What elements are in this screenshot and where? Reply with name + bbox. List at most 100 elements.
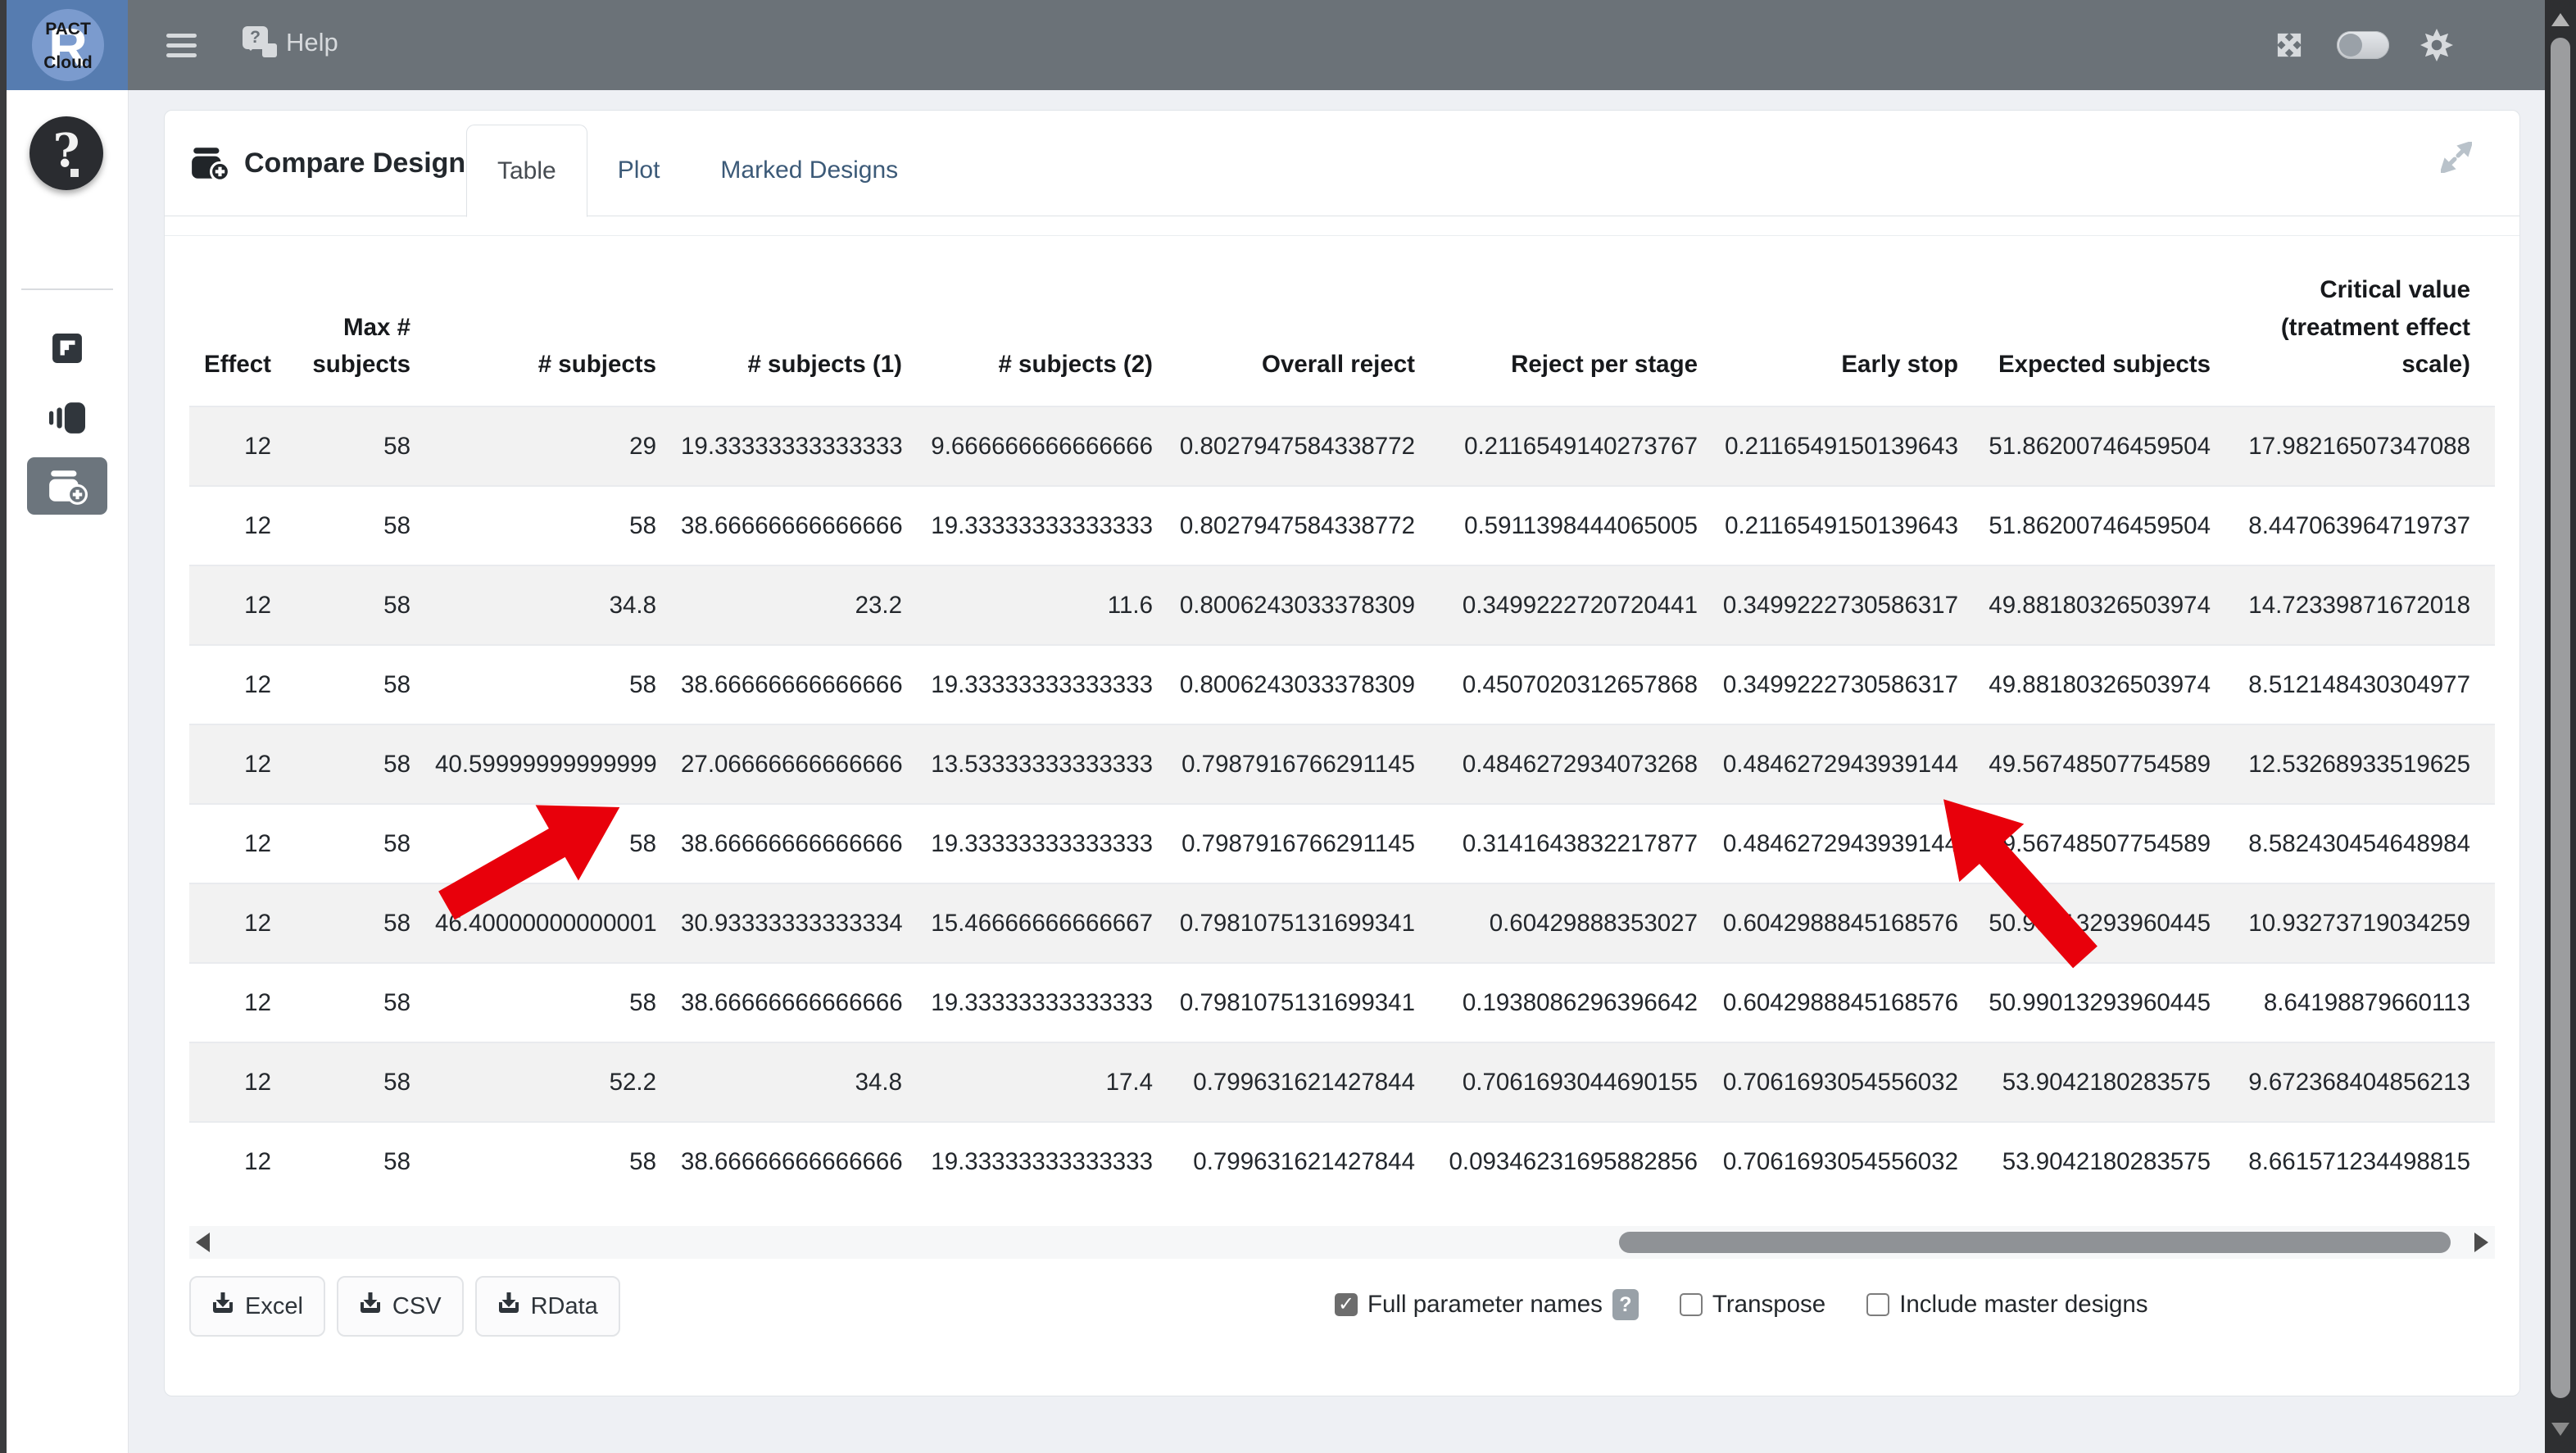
tab-table[interactable]: Table — [466, 125, 587, 217]
table-cell[interactable]: 23.2 — [681, 565, 927, 645]
table-cell[interactable]: 15.46666666666667 — [927, 883, 1177, 963]
column-header[interactable]: Early stop — [1722, 236, 1983, 406]
table-cell[interactable]: 51.86200746459504 — [1983, 406, 2235, 486]
column-header[interactable]: Effect — [189, 236, 296, 406]
table-cell[interactable]: 51.86200746459504 — [1983, 486, 2235, 565]
table-cell[interactable]: 10.93273719034259 — [2235, 883, 2495, 963]
table-cell[interactable]: 19.33333333333333 — [927, 963, 1177, 1042]
column-header[interactable]: Max # subjects — [296, 236, 435, 406]
checkbox-full-parameter-names[interactable]: ✓Full parameter names? — [1335, 1289, 1639, 1320]
table-cell[interactable]: 12 — [189, 1042, 296, 1122]
table-cell[interactable]: 0.4846272934073268 — [1440, 724, 1722, 804]
table-cell[interactable]: 0.4846272943939144 — [1722, 804, 1983, 883]
table-cell[interactable]: 0.2116549150139643 — [1722, 486, 1983, 565]
checkbox-transpose[interactable]: Transpose — [1680, 1291, 1825, 1319]
table-cell[interactable]: 58 — [296, 724, 435, 804]
table-cell[interactable]: 12 — [189, 406, 296, 486]
table-cell[interactable]: 0.4507020312657868 — [1440, 645, 1722, 724]
table-cell[interactable]: 0.8006243033378309 — [1177, 565, 1440, 645]
tab-plot[interactable]: Plot — [587, 125, 691, 216]
column-header[interactable]: # subjects (1) — [681, 236, 927, 406]
table-cell[interactable]: 9.672368404856213 — [2235, 1042, 2495, 1122]
table-cell[interactable]: 9.666666666666666 — [927, 406, 1177, 486]
column-header[interactable]: Reject per stage — [1440, 236, 1722, 406]
table-cell[interactable]: 8.582430454648984 — [2235, 804, 2495, 883]
table-cell[interactable]: 0.3499222720720441 — [1440, 565, 1722, 645]
table-cell[interactable]: 0.3141643832217877 — [1440, 804, 1722, 883]
table-cell[interactable]: 40.59999999999999 — [435, 724, 681, 804]
table-cell[interactable]: 12 — [189, 724, 296, 804]
table-cell[interactable]: 0.799631621427844 — [1177, 1042, 1440, 1122]
table-cell[interactable]: 49.88180326503974 — [1983, 565, 2235, 645]
table-row[interactable]: 12585838.6666666666666619.33333333333333… — [189, 486, 2495, 565]
table-cell[interactable]: 34.8 — [681, 1042, 927, 1122]
theme-toggle-switch[interactable] — [2337, 31, 2389, 59]
table-cell[interactable]: 0.2116549140273767 — [1440, 406, 1722, 486]
column-header[interactable]: Critical value (treatment effect scale) — [2235, 236, 2495, 406]
apps-grid-icon[interactable] — [2484, 27, 2520, 63]
table-cell[interactable]: 0.1938086296396642 — [1440, 963, 1722, 1042]
table-cell[interactable]: 17.98216507347088 — [2235, 406, 2495, 486]
table-cell[interactable]: 0.8006243033378309 — [1177, 645, 1440, 724]
column-header[interactable]: # subjects — [435, 236, 681, 406]
table-cell[interactable]: 0.3499222730586317 — [1722, 565, 1983, 645]
table-cell[interactable]: 0.5911398444065005 — [1440, 486, 1722, 565]
checkbox-checked-icon[interactable]: ✓ — [1335, 1293, 1358, 1316]
sidebar-item-library[interactable] — [7, 402, 128, 434]
expand-panel-icon[interactable] — [2441, 142, 2472, 177]
table-cell[interactable]: 38.66666666666666 — [681, 1122, 927, 1201]
table-cell[interactable]: 0.7061693054556032 — [1722, 1042, 1983, 1122]
download-csv-button[interactable]: CSV — [337, 1276, 464, 1337]
table-cell[interactable]: 49.88180326503974 — [1983, 645, 2235, 724]
sidebar-item-designs[interactable] — [7, 333, 128, 364]
table-cell[interactable]: 38.66666666666666 — [681, 804, 927, 883]
download-rdata-button[interactable]: RData — [475, 1276, 620, 1337]
scroll-down-arrow[interactable] — [2551, 1423, 2569, 1436]
scroll-left-arrow[interactable] — [196, 1233, 210, 1252]
table-cell[interactable]: 53.9042180283575 — [1983, 1122, 2235, 1201]
table-cell[interactable]: 46.40000000000001 — [435, 883, 681, 963]
column-header[interactable]: Overall reject — [1177, 236, 1440, 406]
arrows-move-icon[interactable] — [2271, 27, 2307, 63]
table-cell[interactable]: 34.8 — [435, 565, 681, 645]
table-cell[interactable]: 0.8027947584338772 — [1177, 486, 1440, 565]
table-horizontal-scrollbar[interactable] — [189, 1226, 2495, 1259]
column-header[interactable]: # subjects (2) — [927, 236, 1177, 406]
table-cell[interactable]: 58 — [435, 1122, 681, 1201]
table-cell[interactable]: 0.7061693054556032 — [1722, 1122, 1983, 1201]
table-cell[interactable]: 19.33333333333333 — [927, 804, 1177, 883]
table-cell[interactable]: 30.93333333333334 — [681, 883, 927, 963]
table-cell[interactable]: 0.7987916766291145 — [1177, 804, 1440, 883]
tab-marked-designs[interactable]: Marked Designs — [690, 125, 928, 216]
checkbox-unchecked-icon[interactable] — [1866, 1293, 1889, 1316]
checkbox-unchecked-icon[interactable] — [1680, 1293, 1703, 1316]
table-cell[interactable]: 14.72339871672018 — [2235, 565, 2495, 645]
table-cell[interactable]: 58 — [435, 963, 681, 1042]
vertical-scroll-thumb[interactable] — [2551, 38, 2570, 1398]
table-cell[interactable]: 19.33333333333333 — [681, 406, 927, 486]
table-cell[interactable]: 12 — [189, 804, 296, 883]
table-cell[interactable]: 12.53268933519625 — [2235, 724, 2495, 804]
table-cell[interactable]: 0.6042988845168576 — [1722, 883, 1983, 963]
table-cell[interactable]: 58 — [435, 804, 681, 883]
table-cell[interactable]: 49.56748507754589 — [1983, 804, 2235, 883]
table-cell[interactable]: 8.447063964719737 — [2235, 486, 2495, 565]
table-row[interactable]: 125834.823.211.60.80062430333783090.3499… — [189, 565, 2495, 645]
table-row[interactable]: 12582919.333333333333339.666666666666666… — [189, 406, 2495, 486]
table-cell[interactable]: 0.2116549150139643 — [1722, 406, 1983, 486]
table-cell[interactable]: 29 — [435, 406, 681, 486]
table-cell[interactable]: 58 — [296, 486, 435, 565]
table-cell[interactable]: 38.66666666666666 — [681, 963, 927, 1042]
table-cell[interactable]: 58 — [296, 1042, 435, 1122]
download-excel-button[interactable]: Excel — [189, 1276, 325, 1337]
table-cell[interactable]: 58 — [296, 963, 435, 1042]
table-cell[interactable]: 58 — [296, 406, 435, 486]
table-row[interactable]: 125846.4000000000000130.9333333333333415… — [189, 883, 2495, 963]
table-cell[interactable]: 19.33333333333333 — [927, 1122, 1177, 1201]
table-cell[interactable]: 0.09346231695882856 — [1440, 1122, 1722, 1201]
table-row[interactable]: 12585838.6666666666666619.33333333333333… — [189, 804, 2495, 883]
table-cell[interactable]: 0.3499222730586317 — [1722, 645, 1983, 724]
table-cell[interactable]: 58 — [296, 565, 435, 645]
table-cell[interactable]: 0.7061693044690155 — [1440, 1042, 1722, 1122]
sun-icon[interactable] — [2419, 27, 2455, 63]
